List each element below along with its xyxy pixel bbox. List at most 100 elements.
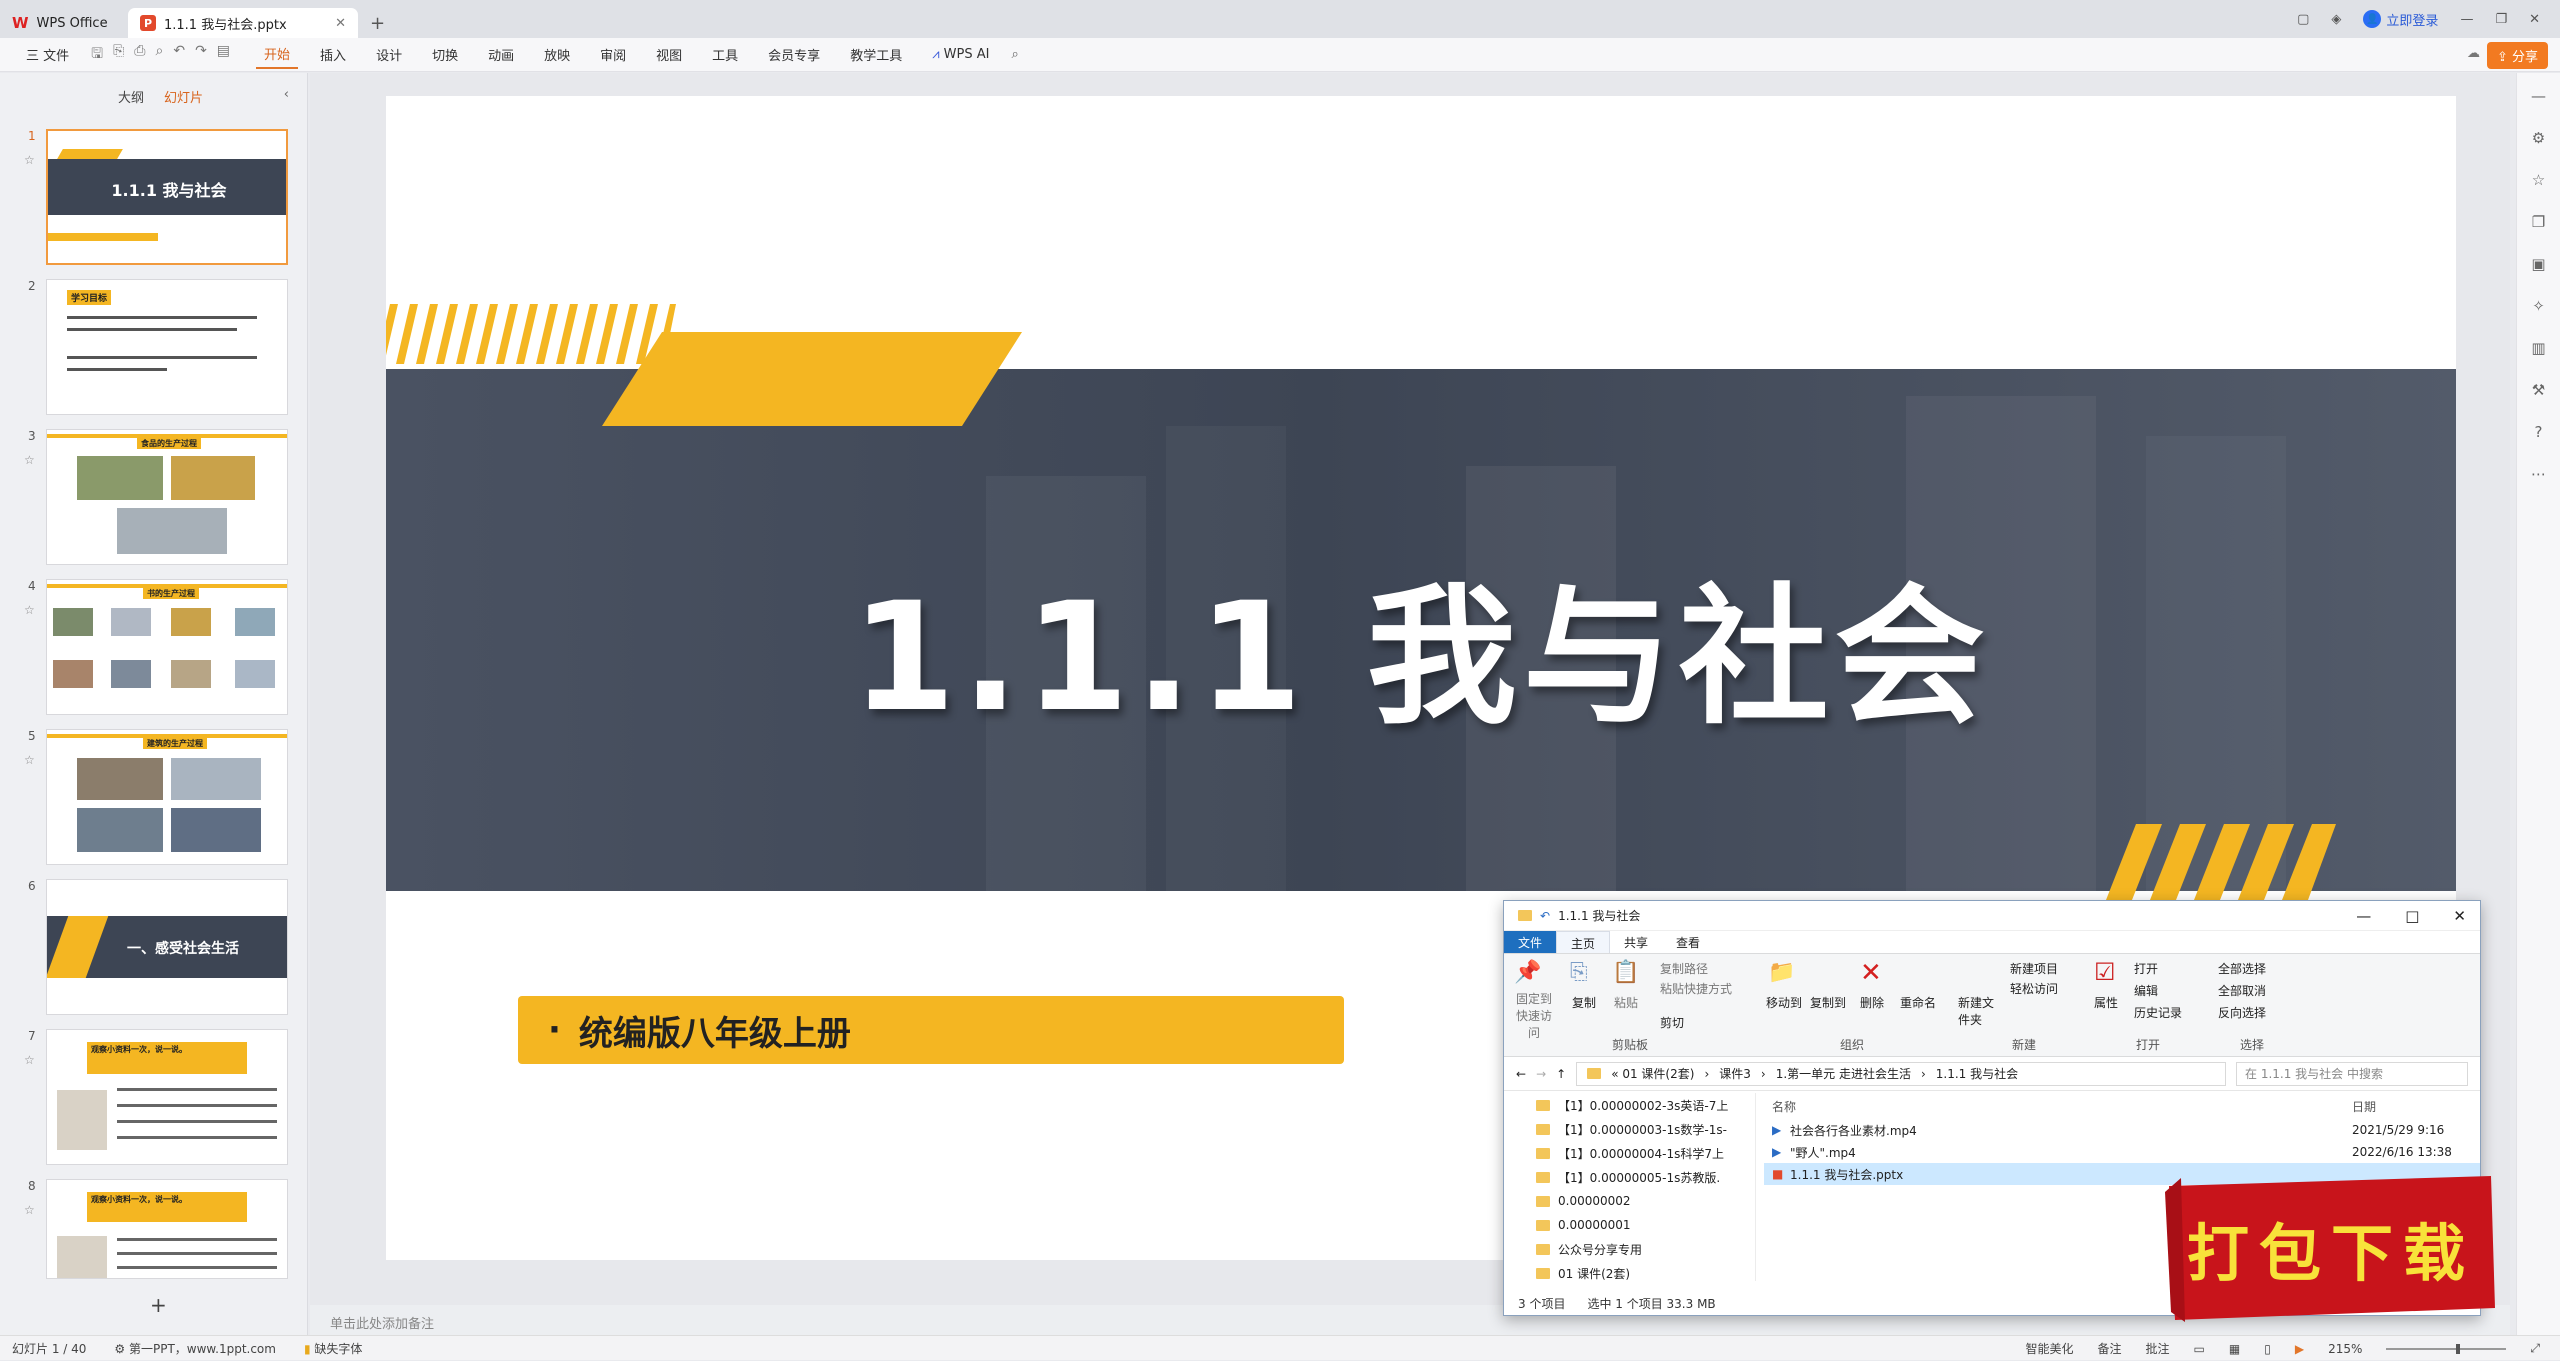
quick-access-icon[interactable]: ↶ [1540, 909, 1550, 923]
file-row[interactable]: ▶ 社会各行各业素材.mp4 2021/5/29 9:16 [1764, 1119, 2480, 1141]
properties-button[interactable]: 属性 [2094, 994, 2118, 1011]
forward-icon[interactable]: → [1536, 1067, 1546, 1081]
nav-folder[interactable]: 【1】0.00000005-1s苏教版. [1504, 1165, 1755, 1189]
collapse-panel-icon[interactable]: ‹ [284, 87, 289, 102]
move-to-button[interactable]: 移动到 [1766, 994, 1802, 1011]
cut-button[interactable]: 剪切 [1660, 1014, 1684, 1031]
tab-design[interactable]: 设计 [368, 41, 410, 68]
open-button[interactable]: 打开 [2134, 960, 2158, 977]
slide-thumbnail[interactable]: 3 ☆ 食品的生产过程 [0, 429, 300, 567]
select-none-button[interactable]: 全部取消 [2218, 982, 2266, 999]
zoom-slider[interactable] [2386, 1343, 2507, 1354]
tab-teaching[interactable]: 教学工具 [842, 41, 910, 68]
star-icon[interactable]: ☆ [24, 603, 35, 617]
tools-icon[interactable]: ⚒ [2532, 381, 2545, 399]
book-icon[interactable]: ▥ [2531, 339, 2545, 357]
column-name[interactable]: 名称 [1772, 1098, 2352, 1115]
tab-review[interactable]: 审阅 [592, 41, 634, 68]
copy-to-button[interactable]: 复制到 [1810, 994, 1846, 1011]
document-tab[interactable]: P 1.1.1 我与社会.pptx ✕ [128, 8, 358, 38]
star-icon[interactable]: ☆ [24, 153, 35, 167]
slide-thumbnail[interactable]: 6 一、感受社会生活 [0, 879, 300, 1017]
slide-thumbnail[interactable]: 7 ☆ 观察小资料一次，说一说。 [0, 1029, 300, 1167]
paste-shortcut-button[interactable]: 粘贴快捷方式 [1660, 980, 1732, 997]
address-bar[interactable]: « 01 课件(2套) › 课件3 › 1.第一单元 走进社会生活 › 1.1.1 我… [1576, 1061, 2226, 1086]
tab-view[interactable]: 视图 [648, 41, 690, 68]
star-icon[interactable]: ☆ [24, 753, 35, 767]
cube-icon[interactable]: ◈ [2331, 12, 2341, 27]
select-all-button[interactable]: 全部选择 [2218, 960, 2266, 977]
paste-button[interactable]: 粘贴 [1614, 994, 1638, 1011]
play-icon[interactable]: ▶ [2295, 1342, 2304, 1356]
beautify-button[interactable]: 智能美化 [2026, 1340, 2074, 1357]
new-folder-button[interactable]: 新建文件夹 [1958, 994, 1998, 1028]
maximize-icon[interactable]: ❐ [2495, 12, 2507, 27]
slide-thumbnail[interactable]: 4 ☆ 书的生产过程 [0, 579, 300, 717]
tab-tools[interactable]: 工具 [704, 41, 746, 68]
new-tab-button[interactable]: + [358, 8, 398, 38]
help-icon[interactable]: ? [2535, 423, 2543, 441]
save-icon[interactable]: 🖫 [91, 43, 103, 67]
history-button[interactable]: 历史记录 [2134, 1004, 2182, 1021]
up-icon[interactable]: ↑ [1556, 1067, 1566, 1081]
nav-folder[interactable]: 公众号分享专用 [1504, 1237, 1755, 1261]
invert-selection-button[interactable]: 反向选择 [2218, 1004, 2266, 1021]
slide-title[interactable]: 1.1.1 我与社会 [386, 536, 2456, 753]
new-item-button[interactable]: 新建项目 [2010, 960, 2058, 977]
print-icon[interactable]: ⎙ [134, 43, 145, 67]
easy-access-button[interactable]: 轻松访问 [2010, 980, 2058, 997]
star-icon[interactable]: ☆ [24, 1053, 35, 1067]
search-input[interactable]: 在 1.1.1 我与社会 中搜索 [2236, 1061, 2468, 1086]
tab-slideshow[interactable]: 放映 [536, 41, 578, 68]
add-slide-button[interactable]: + [150, 1293, 167, 1317]
search-icon[interactable]: ⌕ [1011, 47, 1018, 62]
back-icon[interactable]: ← [1516, 1067, 1526, 1081]
tab-insert[interactable]: 插入 [312, 41, 354, 68]
preview-icon[interactable]: ⌕ [155, 43, 163, 67]
rename-button[interactable]: 重命名 [1900, 994, 1936, 1011]
notes-button[interactable]: 备注 [2098, 1340, 2122, 1357]
cloud-icon[interactable]: ☁ [2467, 46, 2480, 61]
home-tab[interactable]: W WPS Office [0, 8, 128, 38]
missing-font[interactable]: ▮ 缺失字体 [304, 1340, 362, 1357]
wps-ai-button[interactable]: ⩘ WPS AI [924, 43, 997, 66]
window-layout-icon[interactable]: ▢ [2297, 12, 2309, 27]
tab-outline[interactable]: 大纲 [118, 87, 144, 106]
edit-button[interactable]: 编辑 [2134, 982, 2158, 999]
slide-thumbnail[interactable]: 5 ☆ 建筑的生产过程 [0, 729, 300, 867]
nav-folder[interactable]: 0.00000002 [1504, 1189, 1755, 1213]
slide-thumbnail[interactable]: 2 学习目标 [0, 279, 300, 417]
reading-view-icon[interactable]: ▯ [2264, 1342, 2271, 1356]
nav-folder[interactable]: 01 课件(2套) [1504, 1261, 1755, 1285]
more-icon[interactable]: ⋯ [2531, 465, 2546, 483]
export-icon[interactable]: ⎘ [113, 43, 124, 67]
redo-icon[interactable]: ↷ [195, 43, 207, 67]
format-painter-icon[interactable]: ▤ [217, 43, 230, 67]
nav-folder[interactable]: 【1】0.00000004-1s科学7上 [1504, 1141, 1755, 1165]
breadcrumb-item[interactable]: 1.第一单元 走进社会生活 [1776, 1065, 1911, 1082]
delete-button[interactable]: 删除 [1860, 994, 1884, 1011]
tab-slides[interactable]: 幻灯片 [164, 87, 203, 106]
close-tab-icon[interactable]: ✕ [335, 16, 346, 31]
undo-icon[interactable]: ↶ [173, 43, 185, 67]
picture-icon[interactable]: ▣ [2531, 255, 2545, 273]
close-icon[interactable]: ✕ [2453, 907, 2466, 925]
menu-file[interactable]: 文件 [1504, 931, 1557, 953]
grid-view-icon[interactable]: ▦ [2229, 1342, 2240, 1356]
breadcrumb-item[interactable]: 课件3 [1719, 1065, 1751, 1082]
tab-transition[interactable]: 切换 [424, 41, 466, 68]
close-window-icon[interactable]: ✕ [2529, 12, 2540, 27]
pin-button[interactable]: 固定到快速访问 [1512, 990, 1556, 1041]
tab-member[interactable]: 会员专享 [760, 41, 828, 68]
magic-icon[interactable]: ✧ [2532, 297, 2545, 315]
subtitle-bar[interactable]: · 统编版八年级上册 [518, 996, 1344, 1064]
download-badge[interactable]: 打包下载 [2161, 1172, 2501, 1324]
star-icon[interactable]: ☆ [2532, 171, 2545, 189]
maximize-icon[interactable]: □ [2405, 907, 2419, 925]
nav-folder[interactable]: 【1】0.00000002-3s英语-7上 [1504, 1093, 1755, 1117]
copy-icon[interactable]: ❐ [2532, 213, 2545, 231]
minimize-icon[interactable]: — [2356, 907, 2371, 925]
minimize-icon[interactable]: — [2460, 12, 2473, 27]
nav-folder[interactable]: 0.00000001 [1504, 1213, 1755, 1237]
tab-animation[interactable]: 动画 [480, 41, 522, 68]
